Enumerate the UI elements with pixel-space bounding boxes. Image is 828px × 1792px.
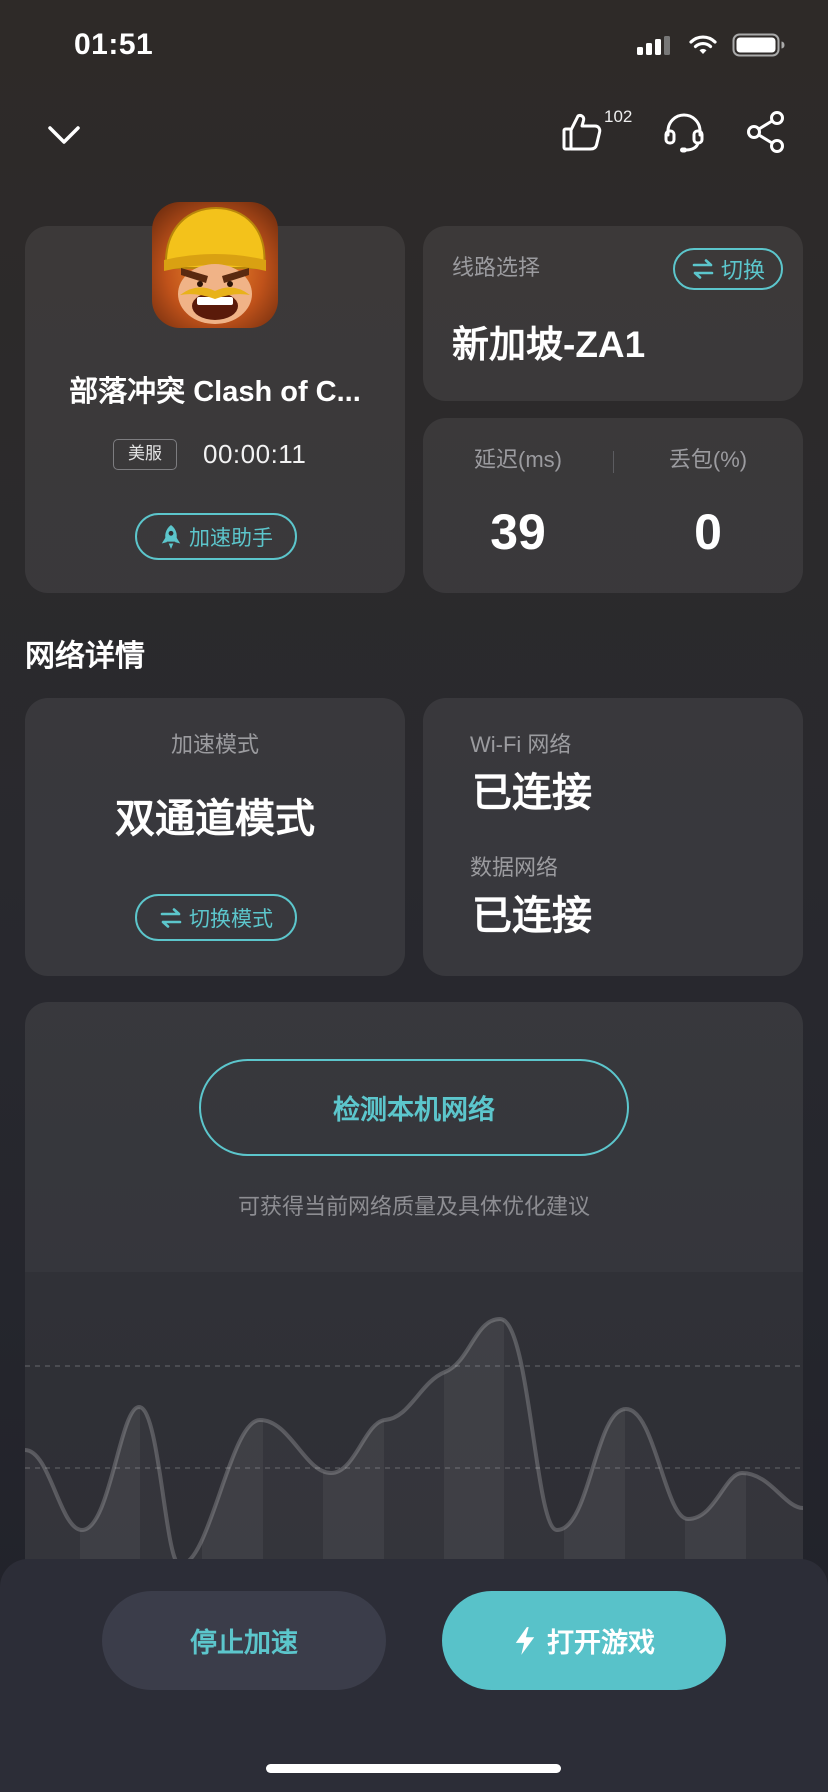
- server-name: 新加坡-ZA1: [452, 324, 646, 365]
- game-title: 部落冲突 Clash of C...: [69, 376, 361, 408]
- route-card: 线路选择 切换 新加坡-ZA1: [423, 226, 803, 401]
- chevron-down-icon[interactable]: [46, 124, 82, 146]
- wifi-label: Wi-Fi 网络: [470, 732, 572, 757]
- bottom-action-bar: 停止加速 打开游戏: [0, 1559, 828, 1792]
- cellular-signal-icon: [637, 36, 674, 61]
- region-badge: 美服: [113, 439, 177, 470]
- swap-arrows-icon: [159, 907, 183, 928]
- accelerate-assistant-button[interactable]: 加速助手: [135, 513, 297, 560]
- latency-value: 39: [490, 504, 546, 560]
- status-time: 01:51: [74, 28, 154, 61]
- mode-value: 双通道模式: [115, 797, 315, 841]
- cellular-data-label: 数据网络: [470, 855, 559, 880]
- acceleration-timer: 00:00:11: [203, 439, 307, 469]
- open-game-button[interactable]: 打开游戏: [442, 1591, 726, 1690]
- packet-loss-stat: 丢包(%) 0: [613, 418, 803, 593]
- section-heading: 网络详情: [25, 640, 145, 673]
- lightning-icon: [513, 1626, 537, 1656]
- latency-stat: 延迟(ms) 39: [423, 418, 613, 593]
- connectivity-card: Wi-Fi 网络 已连接 数据网络 已连接: [423, 698, 803, 976]
- wifi-status: 已连接: [472, 771, 592, 815]
- home-indicator[interactable]: [266, 1764, 561, 1773]
- mode-label: 加速模式: [170, 732, 259, 757]
- stop-label: 停止加速: [190, 1628, 298, 1658]
- check-network-button[interactable]: 检测本机网络: [199, 1059, 629, 1156]
- route-switch-button[interactable]: 切换: [673, 248, 783, 290]
- switch-mode-label: 切换模式: [189, 907, 273, 931]
- cellular-data-status: 已连接: [472, 894, 592, 938]
- like-count: 102: [604, 107, 633, 126]
- route-switch-label: 切换: [720, 258, 765, 283]
- rocket-icon: [159, 523, 183, 551]
- stats-card: 延迟(ms) 39 丢包(%) 0: [423, 418, 803, 593]
- game-card: 部落冲突 Clash of C... 美服 00:00:11 加速助手: [25, 202, 405, 593]
- route-title: 线路选择: [452, 255, 541, 280]
- mode-card: 加速模式 双通道模式 切换模式: [25, 698, 405, 976]
- stop-acceleration-button[interactable]: 停止加速: [102, 1591, 386, 1690]
- swap-arrows-icon: [691, 259, 715, 279]
- packet-loss-value: 0: [694, 504, 722, 560]
- assistant-label: 加速助手: [189, 526, 273, 550]
- wifi-icon: [689, 34, 717, 61]
- battery-icon: [732, 33, 786, 62]
- diagnose-description: 可获得当前网络质量及具体优化建议: [237, 1194, 590, 1219]
- latency-label: 延迟(ms): [474, 447, 562, 472]
- thumbs-up-icon[interactable]: [560, 110, 604, 154]
- share-icon[interactable]: [745, 110, 787, 154]
- open-label: 打开游戏: [547, 1628, 655, 1658]
- headset-icon[interactable]: [662, 110, 706, 154]
- switch-mode-button[interactable]: 切换模式: [135, 894, 297, 941]
- game-app-icon: [152, 202, 278, 328]
- packet-loss-label: 丢包(%): [668, 447, 748, 472]
